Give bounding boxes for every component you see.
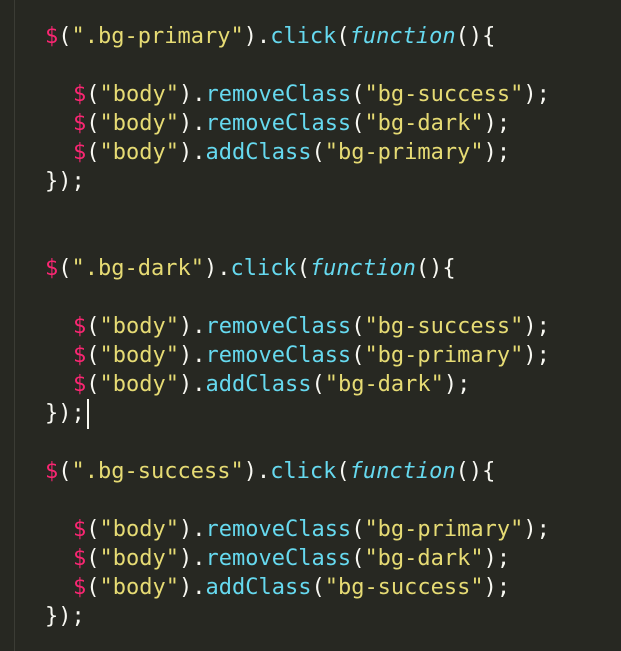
code-line-blank[interactable] bbox=[45, 51, 621, 80]
code-line-statement[interactable]: $("body").removeClass("bg-dark"); bbox=[45, 544, 621, 573]
target-string: "body" bbox=[99, 372, 179, 397]
method-name: click bbox=[270, 24, 337, 49]
jquery-dollar: $ bbox=[73, 82, 87, 107]
jquery-dollar: $ bbox=[73, 517, 87, 542]
method-name: addClass bbox=[205, 140, 312, 165]
target-string: "body" bbox=[99, 111, 179, 136]
code-line-close[interactable]: }); bbox=[45, 602, 621, 631]
code-line-blank[interactable] bbox=[45, 486, 621, 515]
target-string: "body" bbox=[99, 82, 179, 107]
class-string: "bg-primary" bbox=[364, 517, 524, 542]
code-line-blank[interactable] bbox=[45, 428, 621, 457]
code-line-statement[interactable]: $("body").removeClass("bg-primary"); bbox=[45, 341, 621, 370]
code-area[interactable]: $(".bg-primary").click(function(){ $("bo… bbox=[45, 22, 621, 631]
class-string: "bg-primary" bbox=[364, 343, 524, 368]
code-line-statement[interactable]: $("body").addClass("bg-dark"); bbox=[45, 370, 621, 399]
selector-string: ".bg-success" bbox=[71, 459, 244, 484]
class-string: "bg-success" bbox=[324, 575, 484, 600]
code-line-blank[interactable] bbox=[45, 225, 621, 254]
function-keyword: function bbox=[349, 24, 456, 49]
jquery-dollar: $ bbox=[45, 256, 59, 281]
code-line-statement[interactable]: $("body").removeClass("bg-success"); bbox=[45, 80, 621, 109]
class-string: "bg-dark" bbox=[364, 111, 484, 136]
code-editor[interactable]: $(".bg-primary").click(function(){ $("bo… bbox=[0, 0, 621, 651]
class-string: "bg-dark" bbox=[364, 546, 484, 571]
code-line-handler[interactable]: $(".bg-success").click(function(){ bbox=[45, 457, 621, 486]
code-line-close[interactable]: }); bbox=[45, 167, 621, 196]
jquery-dollar: $ bbox=[73, 575, 87, 600]
code-line-statement[interactable]: $("body").removeClass("bg-dark"); bbox=[45, 109, 621, 138]
method-name: removeClass bbox=[205, 546, 352, 571]
method-name: click bbox=[230, 256, 297, 281]
target-string: "body" bbox=[99, 517, 179, 542]
method-name: addClass bbox=[205, 575, 312, 600]
selector-string: ".bg-primary" bbox=[71, 24, 244, 49]
code-line-statement[interactable]: $("body").addClass("bg-primary"); bbox=[45, 138, 621, 167]
jquery-dollar: $ bbox=[73, 140, 87, 165]
jquery-dollar: $ bbox=[73, 372, 87, 397]
code-line-statement[interactable]: $("body").removeClass("bg-success"); bbox=[45, 312, 621, 341]
code-line-statement[interactable]: $("body").removeClass("bg-primary"); bbox=[45, 515, 621, 544]
method-name: removeClass bbox=[205, 517, 352, 542]
target-string: "body" bbox=[99, 546, 179, 571]
target-string: "body" bbox=[99, 314, 179, 339]
code-line-handler[interactable]: $(".bg-dark").click(function(){ bbox=[45, 254, 621, 283]
method-name: removeClass bbox=[205, 314, 352, 339]
jquery-dollar: $ bbox=[73, 314, 87, 339]
code-line-handler[interactable]: $(".bg-primary").click(function(){ bbox=[45, 22, 621, 51]
class-string: "bg-dark" bbox=[324, 372, 444, 397]
code-line-statement[interactable]: $("body").addClass("bg-success"); bbox=[45, 573, 621, 602]
code-line-close[interactable]: }); bbox=[45, 399, 621, 429]
function-keyword: function bbox=[309, 256, 416, 281]
class-string: "bg-success" bbox=[364, 314, 524, 339]
jquery-dollar: $ bbox=[73, 343, 87, 368]
target-string: "body" bbox=[99, 343, 179, 368]
jquery-dollar: $ bbox=[73, 111, 87, 136]
method-name: removeClass bbox=[205, 111, 352, 136]
function-keyword: function bbox=[349, 459, 456, 484]
indent-guide bbox=[14, 0, 15, 651]
selector-string: ".bg-dark" bbox=[71, 256, 204, 281]
class-string: "bg-primary" bbox=[324, 140, 484, 165]
jquery-dollar: $ bbox=[45, 24, 59, 49]
method-name: addClass bbox=[205, 372, 312, 397]
method-name: removeClass bbox=[205, 343, 352, 368]
jquery-dollar: $ bbox=[45, 459, 59, 484]
method-name: removeClass bbox=[205, 82, 352, 107]
target-string: "body" bbox=[99, 140, 179, 165]
code-line-blank[interactable] bbox=[45, 196, 621, 225]
method-name: click bbox=[270, 459, 337, 484]
class-string: "bg-success" bbox=[364, 82, 524, 107]
target-string: "body" bbox=[99, 575, 179, 600]
text-cursor bbox=[86, 399, 89, 429]
code-line-blank[interactable] bbox=[45, 283, 621, 312]
jquery-dollar: $ bbox=[73, 546, 87, 571]
